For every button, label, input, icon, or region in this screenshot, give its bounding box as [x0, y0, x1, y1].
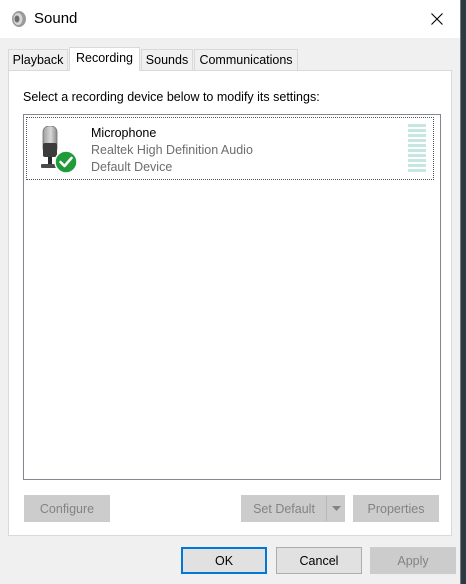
set-default-button[interactable]: Set Default — [242, 496, 326, 521]
speaker-icon — [12, 11, 26, 27]
default-check-icon — [54, 150, 78, 174]
apply-button[interactable]: Apply — [370, 547, 456, 574]
window-title: Sound — [34, 10, 78, 27]
set-default-dropdown-arrow[interactable] — [326, 496, 345, 521]
tab-recording[interactable]: Recording — [69, 47, 140, 71]
level-meter-segment — [408, 139, 426, 142]
set-default-split-button[interactable]: Set Default — [241, 495, 345, 522]
close-icon — [431, 13, 443, 25]
level-meter-segment — [408, 129, 426, 132]
cancel-button[interactable]: Cancel — [276, 547, 362, 574]
level-meter-segment — [408, 149, 426, 152]
level-meter-segment — [408, 124, 426, 127]
microphone-icon — [41, 126, 78, 174]
tab-playback[interactable]: Playback — [8, 49, 68, 70]
device-status: Default Device — [91, 160, 173, 174]
instructions-text: Select a recording device below to modif… — [23, 90, 320, 104]
recording-panel: Select a recording device below to modif… — [8, 70, 452, 536]
close-button[interactable] — [414, 0, 460, 38]
level-meter-segment — [408, 154, 426, 157]
device-name: Microphone — [91, 126, 157, 140]
device-driver: Realtek High Definition Audio — [91, 143, 253, 157]
tab-communications[interactable]: Communications — [194, 49, 298, 70]
recording-device-list[interactable]: Microphone Realtek High Definition Audio… — [23, 114, 441, 480]
list-item-microphone[interactable]: Microphone Realtek High Definition Audio… — [26, 117, 434, 180]
level-meter — [408, 124, 426, 174]
level-meter-segment — [408, 169, 426, 172]
tab-sounds[interactable]: Sounds — [141, 49, 193, 70]
sound-dialog: Sound Playback Recording Sounds Communic… — [0, 0, 461, 584]
level-meter-segment — [408, 144, 426, 147]
ok-button[interactable]: OK — [181, 547, 267, 574]
level-meter-segment — [408, 164, 426, 167]
properties-button[interactable]: Properties — [353, 495, 439, 522]
configure-button[interactable]: Configure — [24, 495, 110, 522]
level-meter-segment — [408, 134, 426, 137]
level-meter-segment — [408, 159, 426, 162]
chevron-down-icon — [331, 506, 341, 511]
title-bar: Sound — [0, 0, 460, 38]
